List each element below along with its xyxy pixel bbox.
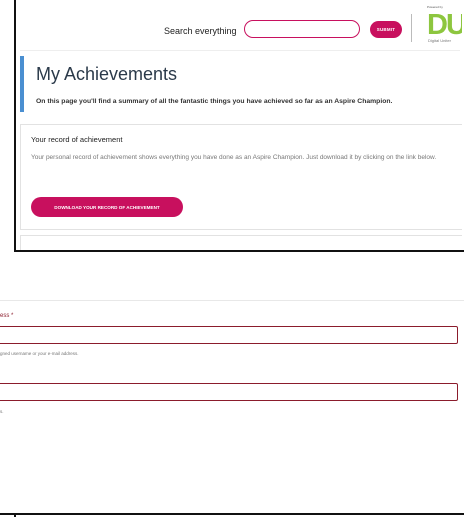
password-input[interactable] (0, 383, 458, 401)
page-title: My Achievements (36, 64, 178, 84)
screenshot-frame-tick (14, 513, 16, 517)
record-of-achievement-card: Your record of achievement Your personal… (20, 124, 462, 230)
page-intro-text: On this page you'll find a summary of al… (36, 98, 393, 105)
username-input[interactable] (0, 326, 458, 344)
achievements-panel: Search everything SUBMIT Powered by DU D… (14, 0, 462, 250)
form-divider (0, 300, 464, 301)
search-label: Search everything (164, 26, 237, 36)
next-card-edge (20, 235, 462, 250)
header-divider (20, 50, 460, 51)
password-help-text: s. (0, 409, 4, 414)
username-field-label: ess * (0, 313, 14, 319)
logo-mark: DU (427, 9, 462, 41)
username-help-text: gned username or your e-mail address. (0, 351, 79, 356)
logo-subtitle: Digital Uniter (428, 38, 451, 43)
search-submit-button[interactable]: SUBMIT (370, 21, 402, 38)
card-description: Your personal record of achievement show… (31, 154, 437, 161)
search-input[interactable] (244, 20, 360, 38)
site-header: Search everything SUBMIT Powered by DU D… (14, 0, 462, 58)
title-accent-bar (20, 56, 24, 112)
screenshot-frame-left (14, 0, 16, 250)
card-title: Your record of achievement (31, 135, 123, 144)
logo-divider (411, 14, 412, 42)
login-form-panel: ess * gned username or your e-mail addre… (0, 252, 464, 514)
screenshot-frame-bottom-lower (0, 513, 464, 515)
download-record-button[interactable]: DOWNLOAD YOUR RECORD OF ACHIEVEMENT (31, 197, 183, 217)
digital-uniter-logo: Powered by DU Digital Uniter (419, 4, 462, 50)
